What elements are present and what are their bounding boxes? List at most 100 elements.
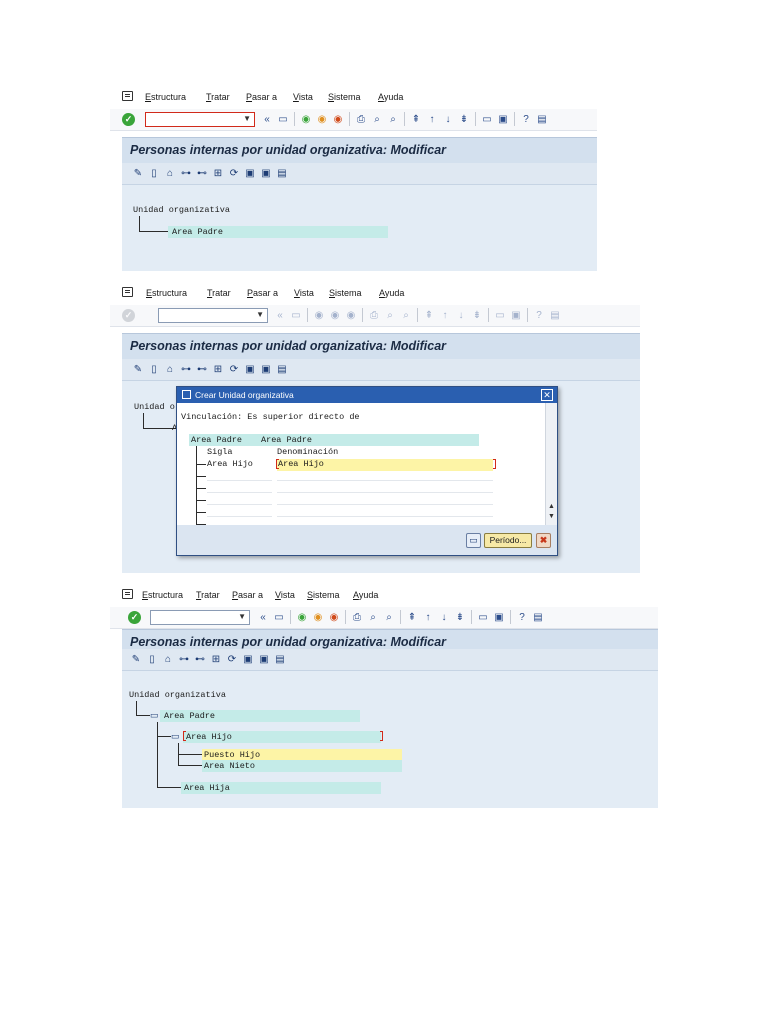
create-icon[interactable]: ▯ xyxy=(148,363,160,376)
menu-sistema[interactable]: Sistema xyxy=(329,288,362,298)
menu-sistema[interactable]: Sistema xyxy=(307,590,340,600)
sigla-input-row-2[interactable] xyxy=(207,471,272,481)
scroll-down-icon[interactable]: ▼ xyxy=(546,513,557,523)
sigla-input-row-1[interactable]: Area Hijo xyxy=(207,459,253,469)
tree-root[interactable]: Unidad organizativa xyxy=(133,205,230,215)
find-icon[interactable]: ⌕ xyxy=(366,610,380,624)
menu-pasar-a[interactable]: Pasar a xyxy=(232,590,263,600)
scroll-up-icon[interactable]: ▲ xyxy=(546,503,557,513)
periodo-button[interactable]: Período... xyxy=(484,533,532,548)
folder-icon[interactable]: ▭ xyxy=(150,710,159,721)
tree-root[interactable]: Unidad organizativa xyxy=(129,690,226,700)
command-field[interactable]: ▼ xyxy=(150,610,250,625)
expand-icon[interactable]: ▣ xyxy=(244,167,256,180)
reassign-icon[interactable]: ⊶ xyxy=(180,167,192,180)
menu-ayuda[interactable]: Ayuda xyxy=(379,288,404,298)
menu-tratar[interactable]: Tratar xyxy=(206,92,230,102)
help-icon[interactable]: ? xyxy=(515,610,529,624)
exit-icon[interactable]: ◉ xyxy=(315,112,329,126)
shortcut-icon[interactable]: ▣ xyxy=(496,112,510,126)
tree-root[interactable]: Unidad o xyxy=(134,402,175,412)
folder-open-icon[interactable]: ▭ xyxy=(171,731,180,742)
expand-icon[interactable]: ▣ xyxy=(242,653,254,666)
last-page-icon[interactable]: ⇟ xyxy=(453,610,467,624)
exit-icon[interactable]: ◉ xyxy=(311,610,325,624)
refresh-icon[interactable]: ⟳ xyxy=(228,167,240,180)
layout-icon[interactable]: ▤ xyxy=(535,112,549,126)
back-icon[interactable]: ◉ xyxy=(295,610,309,624)
cancel-button[interactable]: ✖ xyxy=(536,533,551,548)
detail-icon[interactable]: ▤ xyxy=(274,653,286,666)
cancel-icon[interactable]: ◉ xyxy=(327,610,341,624)
save-icon[interactable]: ▭ xyxy=(276,112,290,126)
menu-vista[interactable]: Vista xyxy=(294,288,314,298)
dropdown-icon[interactable]: ▼ xyxy=(238,612,246,621)
denominacion-input-row-1[interactable]: Area Hijo xyxy=(278,459,324,469)
enter-button[interactable]: ✓ xyxy=(128,611,141,624)
menu-estructura[interactable]: Estructura xyxy=(146,288,187,298)
help-icon[interactable]: ? xyxy=(519,112,533,126)
tree-node-area-padre[interactable]: Area Padre xyxy=(164,711,215,721)
close-icon[interactable]: ✕ xyxy=(541,389,553,401)
refresh-icon[interactable]: ⟳ xyxy=(228,363,240,376)
menu-icon[interactable] xyxy=(122,91,133,101)
delete-icon[interactable]: ⌂ xyxy=(164,167,176,180)
refresh-icon[interactable]: ⟳ xyxy=(226,653,238,666)
next-page-icon[interactable]: ↓ xyxy=(441,112,455,126)
detail-icon[interactable]: ▤ xyxy=(276,167,288,180)
collapse-icon[interactable]: ▣ xyxy=(258,653,270,666)
denominacion-input-row-3[interactable] xyxy=(277,483,493,493)
tree-node-area-hijo[interactable]: Area Hijo xyxy=(186,732,232,742)
denominacion-input-row-4[interactable] xyxy=(277,495,493,505)
layout-icon[interactable]: ▤ xyxy=(531,610,545,624)
edit-icon[interactable]: ✎ xyxy=(130,653,142,666)
menu-sistema[interactable]: Sistema xyxy=(328,92,361,102)
back-icon[interactable]: ◉ xyxy=(299,112,313,126)
menu-pasar-a[interactable]: Pasar a xyxy=(247,288,278,298)
save-icon[interactable]: ▭ xyxy=(272,610,286,624)
menu-vista[interactable]: Vista xyxy=(293,92,313,102)
new-session-icon[interactable]: ▭ xyxy=(480,112,494,126)
enter-button[interactable]: ✓ xyxy=(122,113,135,126)
first-page-icon[interactable]: ⇞ xyxy=(405,610,419,624)
menu-pasar-a[interactable]: Pasar a xyxy=(246,92,277,102)
tree-node-area-nieto[interactable]: Area Nieto xyxy=(204,761,255,771)
create-icon[interactable]: ▯ xyxy=(148,167,160,180)
new-session-icon[interactable]: ▭ xyxy=(476,610,490,624)
prev-page-icon[interactable]: ↑ xyxy=(421,610,435,624)
print-icon[interactable]: ⎙ xyxy=(354,112,368,126)
edit-icon[interactable]: ✎ xyxy=(132,167,144,180)
menu-vista[interactable]: Vista xyxy=(275,590,295,600)
move-icon[interactable]: ⊷ xyxy=(196,363,208,376)
delete-icon[interactable]: ⌂ xyxy=(162,653,174,666)
detail-icon[interactable]: ▤ xyxy=(276,363,288,376)
tree-node-area-hija[interactable]: Area Hija xyxy=(184,783,230,793)
sigla-input-row-4[interactable] xyxy=(207,495,272,505)
tree-node-area-padre[interactable]: Area Padre xyxy=(172,227,223,237)
last-page-icon[interactable]: ⇟ xyxy=(457,112,471,126)
edit-icon[interactable]: ✎ xyxy=(132,363,144,376)
menu-icon[interactable] xyxy=(122,287,133,297)
menu-ayuda[interactable]: Ayuda xyxy=(378,92,403,102)
next-page-icon[interactable]: ↓ xyxy=(437,610,451,624)
find-next-icon[interactable]: ⌕ xyxy=(382,610,396,624)
collapse-icon[interactable]: ▣ xyxy=(260,167,272,180)
menu-icon[interactable] xyxy=(122,589,133,599)
menu-estructura[interactable]: Estructura xyxy=(142,590,183,600)
find-next-icon[interactable]: ⌕ xyxy=(386,112,400,126)
structure-icon[interactable]: ⊞ xyxy=(210,653,222,666)
sigla-input-row-3[interactable] xyxy=(207,483,272,493)
first-page-icon[interactable]: ⇞ xyxy=(409,112,423,126)
tree-node-puesto-hijo[interactable]: Puesto Hijo xyxy=(204,750,260,760)
denominacion-input-row-2[interactable] xyxy=(277,471,493,481)
menu-tratar[interactable]: Tratar xyxy=(196,590,220,600)
command-field[interactable]: ▼ xyxy=(145,112,255,127)
menu-tratar[interactable]: Tratar xyxy=(207,288,231,298)
structure-icon[interactable]: ⊞ xyxy=(212,363,224,376)
move-icon[interactable]: ⊷ xyxy=(196,167,208,180)
denominacion-input-row-5[interactable] xyxy=(277,507,493,517)
reassign-icon[interactable]: ⊶ xyxy=(178,653,190,666)
find-icon[interactable]: ⌕ xyxy=(370,112,384,126)
print-icon[interactable]: ⎙ xyxy=(350,610,364,624)
dialog-scrollbar[interactable]: ▲ ▼ xyxy=(545,403,557,525)
